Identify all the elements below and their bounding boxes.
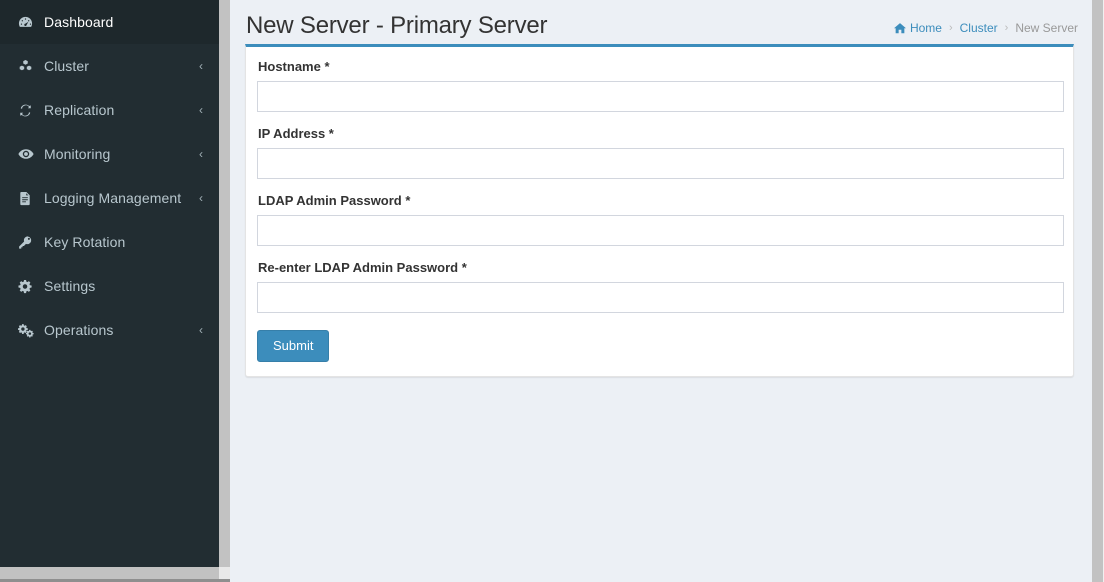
panel-body: Hostname * IP Address * LDAP Admin Passw…	[246, 47, 1073, 376]
new-server-form-panel: Hostname * IP Address * LDAP Admin Passw…	[245, 44, 1074, 377]
breadcrumb-home-link[interactable]: Home	[893, 21, 942, 35]
breadcrumb-home-label: Home	[909, 21, 942, 35]
file-icon	[18, 191, 40, 206]
chevron-left-icon: ‹	[199, 147, 203, 161]
ldap-admin-password-input[interactable]	[257, 215, 1064, 246]
chevron-left-icon: ‹	[199, 103, 203, 117]
chevron-left-icon: ‹	[199, 323, 203, 337]
breadcrumb-cluster-link[interactable]: Cluster	[960, 21, 998, 35]
sidebar-item-dashboard[interactable]: Dashboard	[0, 0, 219, 44]
gears-icon	[18, 323, 40, 338]
form-group-ldap-admin-password: LDAP Admin Password *	[256, 193, 1064, 246]
sidebar-scrollbar-thumb[interactable]	[219, 0, 230, 567]
sidebar-item-cluster[interactable]: Cluster ‹	[0, 44, 219, 88]
content-header: New Server - Primary Server Home › Clust…	[230, 0, 1092, 44]
chevron-left-icon: ‹	[199, 191, 203, 205]
ip-address-label: IP Address *	[258, 126, 334, 141]
form-group-ip-address: IP Address *	[256, 126, 1064, 179]
refresh-icon	[18, 103, 40, 118]
submit-button[interactable]: Submit	[257, 330, 330, 362]
gear-icon	[18, 279, 40, 294]
hostname-label: Hostname *	[258, 59, 330, 74]
sidebar-item-key-rotation[interactable]: Key Rotation	[0, 220, 219, 264]
sidebar-item-label: Dashboard	[44, 14, 114, 30]
window-scrollbar-thumb[interactable]	[1092, 0, 1103, 582]
reenter-ldap-admin-password-label: Re-enter LDAP Admin Password *	[258, 260, 467, 275]
breadcrumb: Home › Cluster › New Server	[893, 21, 1078, 35]
sidebar-item-label: Monitoring	[44, 146, 111, 162]
sidebar-item-monitoring[interactable]: Monitoring ‹	[0, 132, 219, 176]
reenter-ldap-admin-password-input[interactable]	[257, 282, 1064, 313]
form-group-hostname: Hostname *	[256, 59, 1064, 112]
breadcrumb-separator: ›	[948, 22, 953, 34]
sidebar-item-label: Replication	[44, 102, 115, 118]
chevron-left-icon: ‹	[199, 59, 203, 73]
sidebar-item-replication[interactable]: Replication ‹	[0, 88, 219, 132]
sidebar-item-label: Settings	[44, 278, 96, 294]
sidebar-vertical-scrollbar[interactable]	[219, 0, 230, 567]
form-group-reenter-ldap-admin-password: Re-enter LDAP Admin Password *	[256, 260, 1064, 313]
sidebar-item-operations[interactable]: Operations ‹	[0, 308, 219, 352]
sidebar-item-logging-management[interactable]: Logging Management ‹	[0, 176, 219, 220]
ip-address-input[interactable]	[257, 148, 1064, 179]
window-vertical-scrollbar[interactable]	[1092, 0, 1104, 582]
key-icon	[18, 235, 40, 250]
app-window: Dashboard Cluster ‹ Replication ‹ Monito…	[0, 0, 1104, 582]
content-area: New Server - Primary Server Home › Clust…	[230, 0, 1092, 582]
breadcrumb-current: New Server	[1015, 21, 1078, 35]
breadcrumb-separator: ›	[1004, 22, 1009, 34]
sidebar-item-label: Key Rotation	[44, 234, 126, 250]
page-title: New Server - Primary Server	[246, 12, 548, 39]
sidebar-item-label: Cluster	[44, 58, 90, 74]
hostname-input[interactable]	[257, 81, 1064, 112]
home-icon	[893, 22, 906, 34]
scrollbar-corner	[219, 567, 230, 579]
sidebar: Dashboard Cluster ‹ Replication ‹ Monito…	[0, 0, 219, 567]
sidebar-item-label: Operations	[44, 322, 114, 338]
sidebar-horizontal-scrollbar[interactable]	[0, 567, 219, 579]
eye-icon	[18, 146, 40, 162]
ldap-admin-password-label: LDAP Admin Password *	[258, 193, 411, 208]
cubes-icon	[18, 59, 40, 74]
dashboard-icon	[18, 15, 40, 30]
sidebar-menu: Dashboard Cluster ‹ Replication ‹ Monito…	[0, 0, 219, 352]
sidebar-item-settings[interactable]: Settings	[0, 264, 219, 308]
sidebar-item-label: Logging Management	[44, 190, 182, 206]
